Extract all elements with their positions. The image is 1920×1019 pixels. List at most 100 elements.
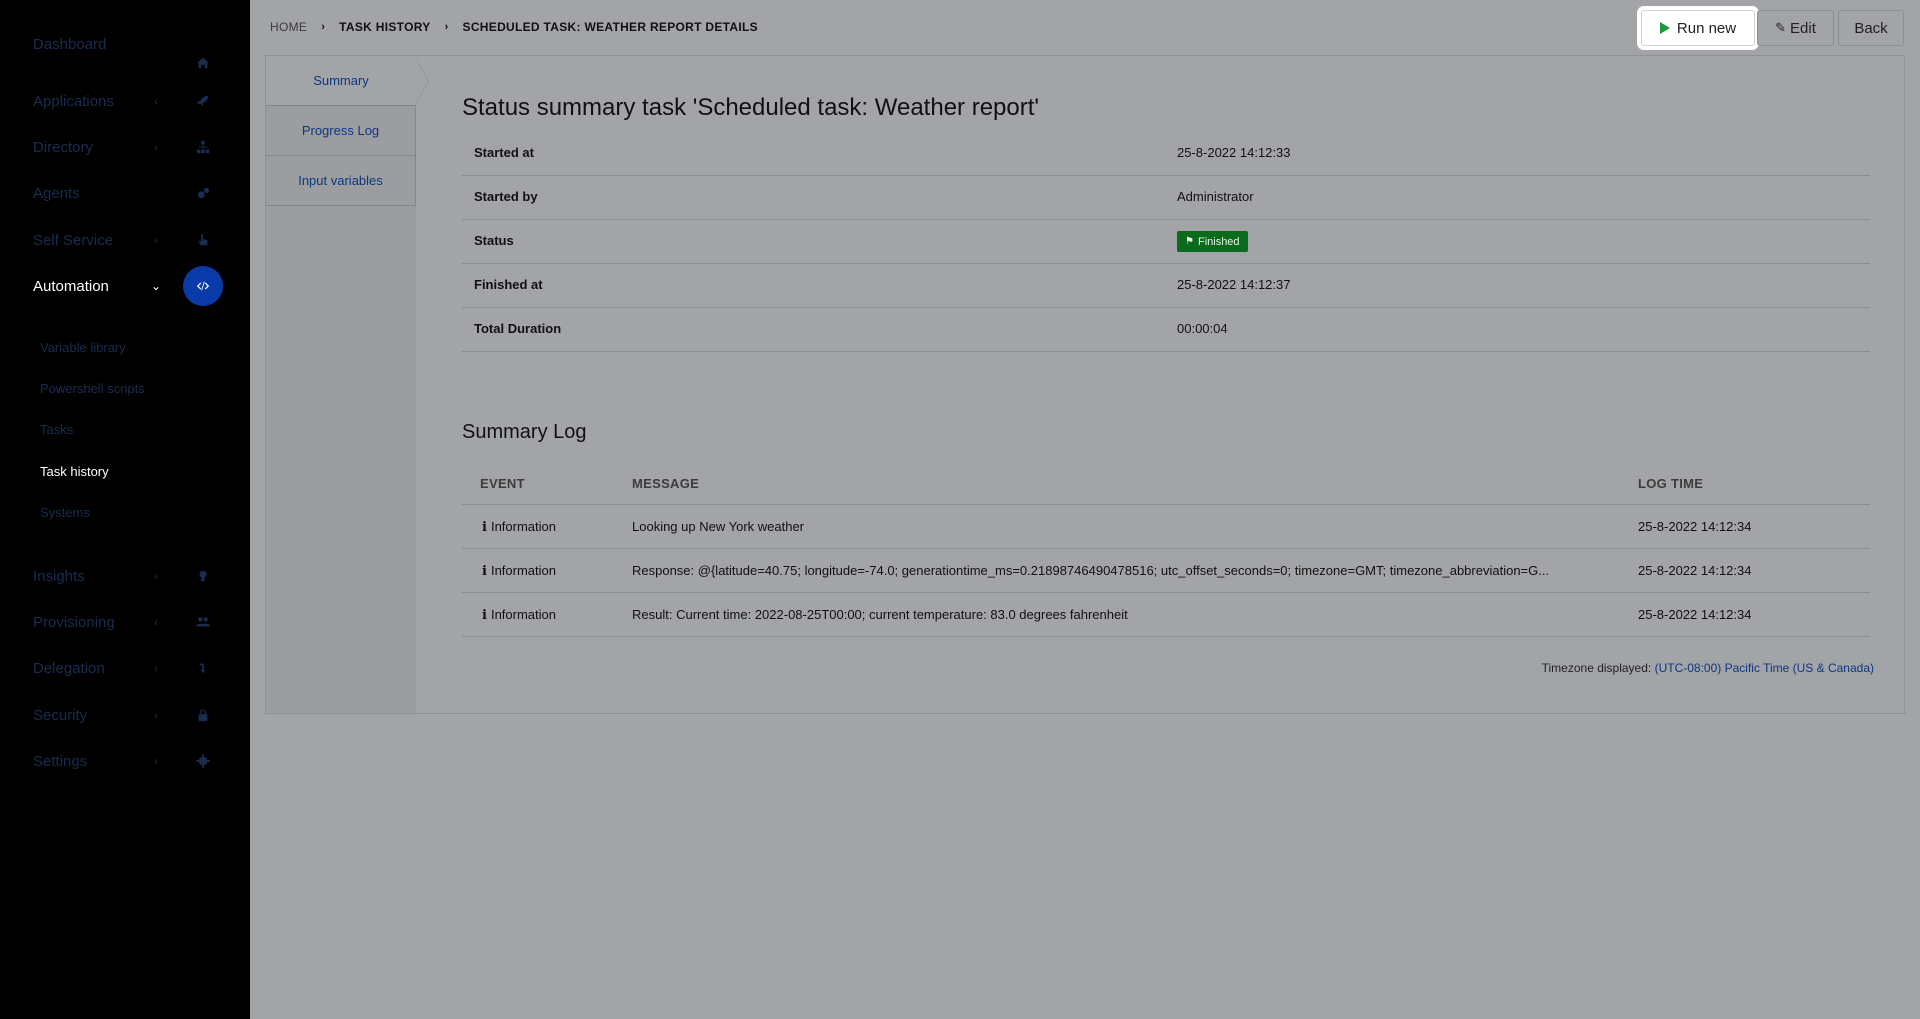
summary-log-title: Summary Log	[462, 421, 587, 443]
log-time: 25-8-2022 14:12:34	[1638, 607, 1752, 622]
sidebar-item-automation[interactable]: Automation ⌄	[0, 266, 250, 306]
column-header-message: MESSAGE	[632, 476, 700, 491]
log-time: 25-8-2022 14:12:34	[1638, 563, 1752, 578]
submenu-variable-library[interactable]: Variable library	[40, 340, 126, 355]
sidebar-item-label: Self Service	[33, 231, 114, 249]
info-value: Administrator	[1177, 189, 1254, 204]
info-key: Started by	[474, 189, 538, 204]
lock-icon	[183, 695, 223, 735]
summary-title: Status summary task 'Scheduled task: Wea…	[462, 94, 1039, 121]
sitemap-icon	[183, 127, 223, 167]
rocket-icon	[183, 81, 223, 121]
info-row-started-at: Started at 25-8-2022 14:12:33	[462, 132, 1870, 176]
table-row: i Information Looking up New York weather…	[462, 505, 1870, 549]
edit-button[interactable]: ✎ Edit	[1757, 10, 1834, 46]
submenu-powershell-scripts[interactable]: Powershell scripts	[40, 381, 145, 396]
lightbulb-icon	[183, 556, 223, 596]
sidebar-item-label: Agents	[33, 184, 80, 202]
chevron-left-icon: ‹	[154, 94, 158, 108]
chevron-left-icon: ‹	[154, 233, 158, 247]
log-event-label: Information	[490, 563, 556, 578]
level-down-icon	[183, 648, 223, 688]
chevron-left-icon: ‹	[154, 754, 158, 768]
log-time: 25-8-2022 14:12:34	[1638, 519, 1752, 534]
breadcrumb: HOME › TASK HISTORY › SCHEDULED TASK: WE…	[270, 20, 758, 34]
hand-pointer-icon	[183, 220, 223, 260]
info-row-finished-at: Finished at 25-8-2022 14:12:37	[462, 264, 1870, 308]
code-icon	[183, 266, 223, 306]
chevron-left-icon: ‹	[154, 569, 158, 583]
timezone-link[interactable]: (UTC-08:00) Pacific Time (US & Canada)	[1655, 661, 1874, 675]
gear-icon	[183, 741, 223, 781]
log-message: Response: @{latitude=40.75; longitude=-7…	[632, 563, 1550, 578]
info-icon: i	[482, 520, 487, 535]
users-icon	[183, 602, 223, 642]
status-badge: ⚑ Finished	[1177, 231, 1248, 252]
chevron-down-icon: ⌄	[150, 279, 162, 293]
chevron-right-icon: ›	[444, 21, 449, 33]
info-icon: i	[482, 608, 487, 623]
sidebar-item-self-service[interactable]: Self Service ‹	[0, 220, 250, 260]
log-message: Looking up New York weather	[632, 519, 805, 534]
sidebar-item-applications[interactable]: Applications ‹	[0, 81, 250, 121]
chevron-right-icon: ›	[321, 21, 326, 33]
info-key: Status	[474, 233, 514, 248]
info-key: Finished at	[474, 277, 543, 292]
log-event-label: Information	[490, 519, 556, 534]
tabs-column: Summary Progress Log Input variables	[266, 56, 416, 713]
sidebar-item-insights[interactable]: Insights ‹	[0, 556, 250, 596]
chevron-left-icon: ‹	[154, 661, 158, 675]
sidebar-item-label: Security	[33, 706, 88, 724]
sidebar-item-security[interactable]: Security ‹	[0, 695, 250, 735]
timezone-note: Timezone displayed: (UTC-08:00) Pacific …	[1542, 661, 1874, 675]
submenu-task-history[interactable]: Task history	[40, 464, 109, 479]
sidebar-item-delegation[interactable]: Delegation ‹	[0, 648, 250, 688]
breadcrumb-current: SCHEDULED TASK: WEATHER REPORT DETAILS	[462, 20, 758, 34]
log-event: i Information	[482, 607, 556, 623]
run-new-button[interactable]: Run new	[1641, 10, 1755, 46]
timezone-label: Timezone displayed:	[1541, 661, 1652, 675]
submenu-systems[interactable]: Systems	[40, 505, 90, 520]
play-icon	[1659, 22, 1670, 34]
run-new-label: Run new	[1676, 19, 1737, 37]
sidebar-item-label: Provisioning	[33, 613, 115, 631]
sidebar-item-label: Delegation	[33, 659, 105, 677]
sidebar-item-label: Automation	[33, 277, 109, 295]
table-row: i Information Response: @{latitude=40.75;…	[462, 549, 1870, 593]
tab-input-variables[interactable]: Input variables	[266, 156, 416, 206]
sidebar-item-agents[interactable]: Agents	[0, 173, 250, 213]
home-icon	[183, 43, 223, 83]
back-label: Back	[1854, 19, 1888, 37]
info-row-status: Status ⚑ Finished	[462, 220, 1870, 264]
breadcrumb-task-history[interactable]: TASK HISTORY	[339, 20, 430, 34]
sidebar-item-label: Settings	[33, 752, 88, 770]
sidebar: Dashboard Applications ‹ Directory ‹ Age…	[0, 0, 250, 1019]
chevron-left-icon: ‹	[154, 615, 158, 629]
sidebar-item-settings[interactable]: Settings ‹	[0, 741, 250, 781]
table-row: i Information Result: Current time: 2022-…	[462, 593, 1870, 637]
tab-progress-log[interactable]: Progress Log	[266, 106, 416, 156]
cogs-icon	[183, 173, 223, 213]
chevron-left-icon: ‹	[154, 708, 158, 722]
info-value: 25-8-2022 14:12:33	[1177, 145, 1291, 160]
status-badge-label: Finished	[1197, 235, 1240, 248]
sidebar-item-dashboard[interactable]: Dashboard	[0, 32, 250, 72]
breadcrumb-home[interactable]: HOME	[270, 20, 307, 34]
sidebar-item-directory[interactable]: Directory ‹	[0, 127, 250, 167]
sidebar-item-provisioning[interactable]: Provisioning ‹	[0, 602, 250, 642]
column-header-event: EVENT	[480, 476, 525, 491]
info-key: Started at	[474, 145, 534, 160]
info-icon: i	[482, 564, 487, 579]
log-message: Result: Current time: 2022-08-25T00:00; …	[632, 607, 1128, 622]
flag-checkered-icon: ⚑	[1185, 236, 1194, 247]
chevron-left-icon: ‹	[154, 140, 158, 154]
sidebar-item-label: Directory	[33, 138, 94, 156]
active-tab-arrow-fill	[415, 57, 428, 105]
sidebar-item-label: Applications	[33, 92, 114, 110]
back-button[interactable]: Back	[1838, 10, 1904, 46]
log-event: i Information	[482, 563, 556, 579]
info-value: 00:00:04	[1177, 321, 1228, 336]
submenu-tasks[interactable]: Tasks	[40, 422, 73, 437]
tab-summary[interactable]: Summary	[266, 56, 416, 106]
info-value: 25-8-2022 14:12:37	[1177, 277, 1291, 292]
